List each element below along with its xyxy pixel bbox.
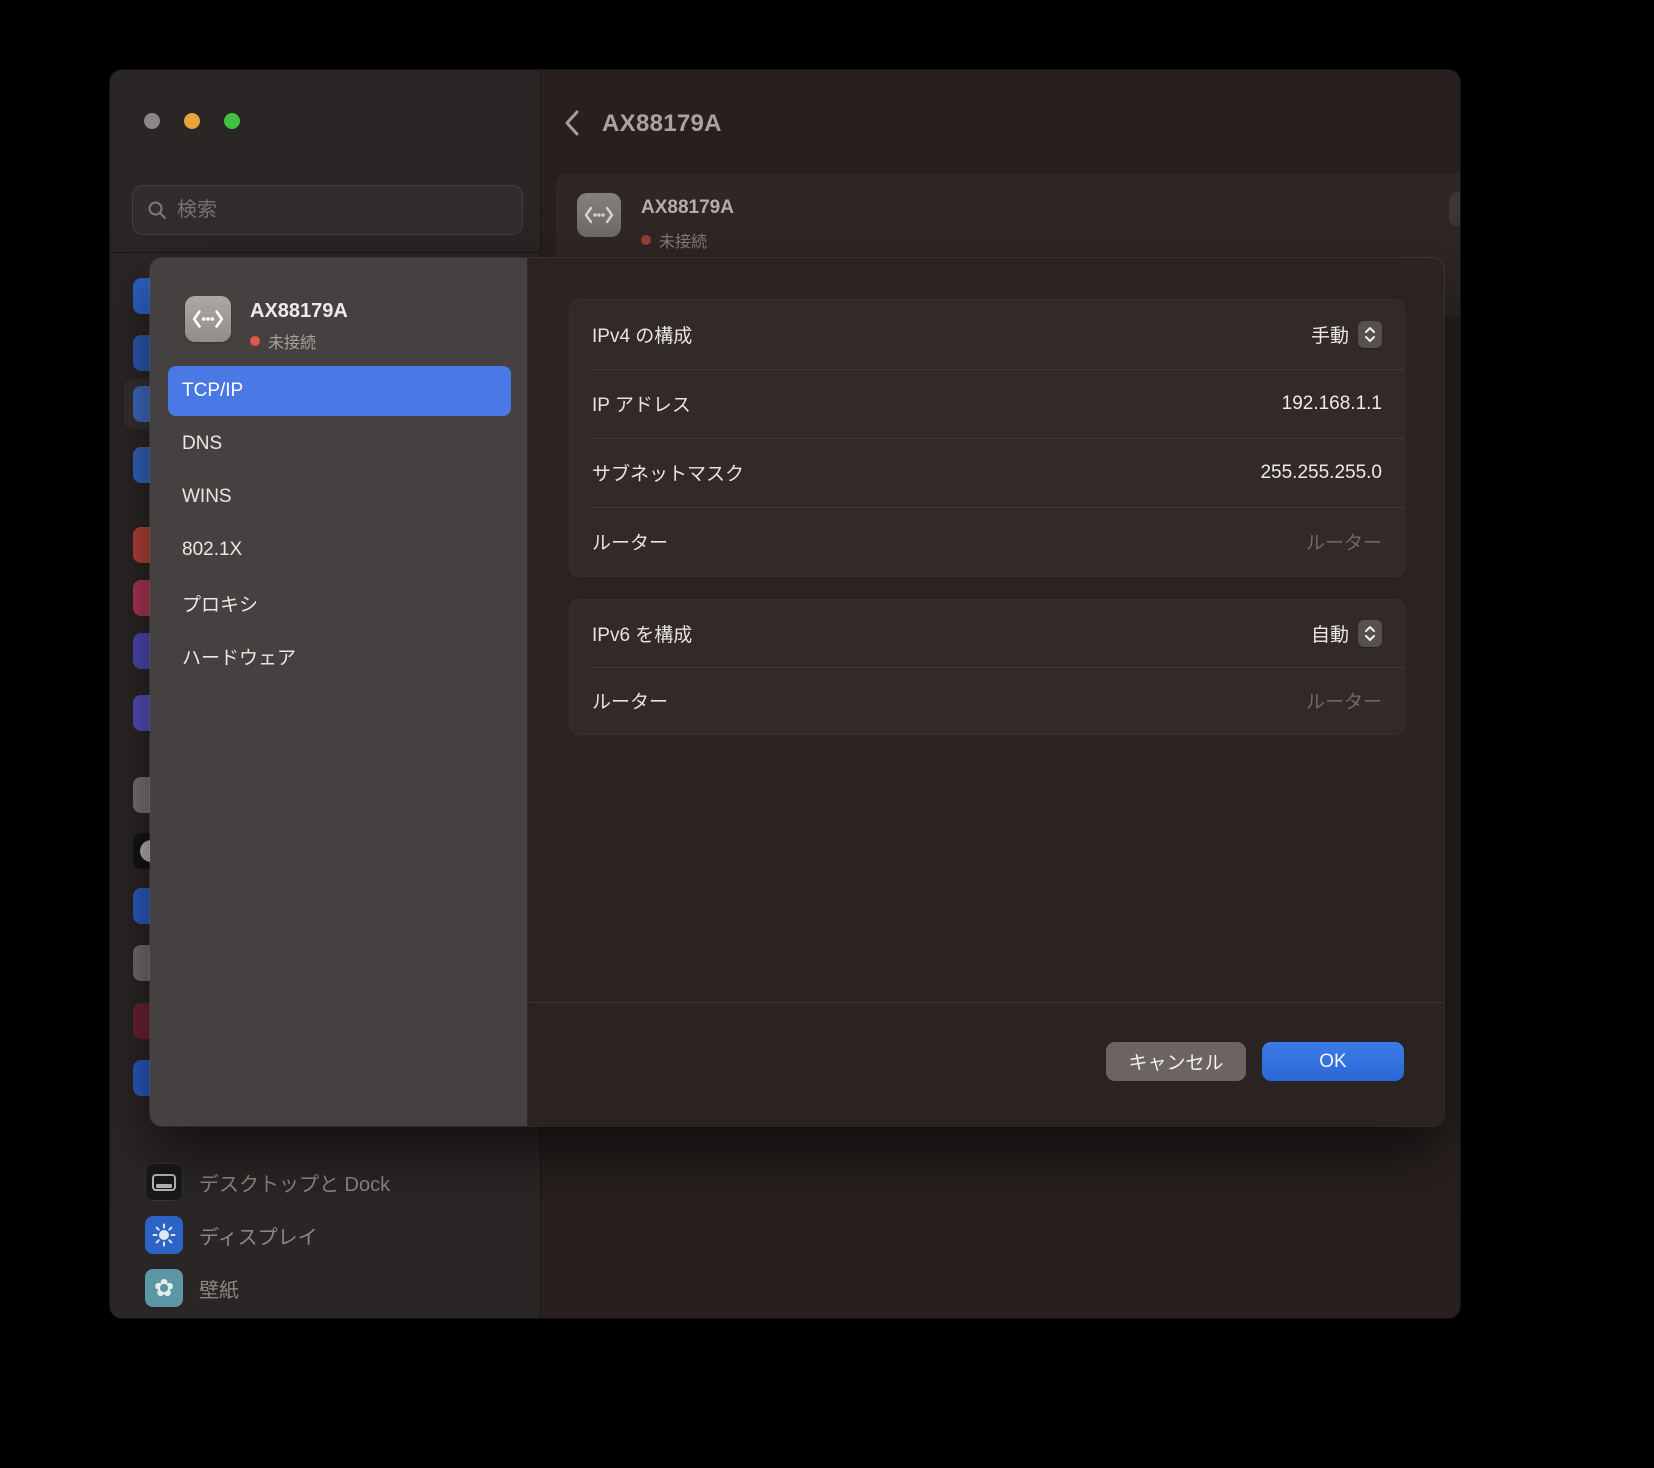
ip-address-field[interactable]: 192.168.1.1 (1282, 393, 1382, 415)
sidebar-item-display[interactable]: ディスプレイ (145, 1216, 318, 1254)
sheet-tab-8021x[interactable]: 802.1X (168, 525, 511, 575)
tcpip-settings-sheet: AX88179A 未接続 TCP/IP DNS WINS 802.1X プロキシ… (150, 258, 1444, 1126)
ipv4-configure-select[interactable]: 手動 (1311, 321, 1382, 348)
sheet-content: IPv4 の構成 手動 IP アドレス (529, 258, 1444, 1126)
sheet-sidebar: AX88179A 未接続 TCP/IP DNS WINS 802.1X プロキシ… (150, 258, 528, 1126)
sidebar-item-desktop-dock[interactable]: デスクトップと Dock (145, 1163, 390, 1201)
select-value: 自動 (1311, 620, 1349, 647)
footer-divider (529, 1002, 1444, 1003)
row-label: ルーター (592, 687, 668, 714)
minimize-button[interactable] (184, 113, 200, 129)
chevron-left-icon (564, 109, 580, 137)
device-name: AX88179A (641, 197, 734, 219)
sidebar-item-label: デスクトップと Dock (199, 1168, 390, 1197)
desktop-background: デスクトップと Dock ディスプレイ (0, 0, 1654, 1468)
ipv6-router-row: ルーター ルーター (570, 667, 1404, 734)
close-button[interactable] (144, 113, 160, 129)
zoom-button[interactable] (224, 113, 240, 129)
sidebar-item-label: ディスプレイ (199, 1221, 318, 1250)
system-settings-window: デスクトップと Dock ディスプレイ (110, 70, 1460, 1318)
cancel-button[interactable]: キャンセル (1106, 1042, 1246, 1081)
ipv6-configure-select[interactable]: 自動 (1311, 620, 1382, 647)
sidebar-item-label: 壁紙 (199, 1274, 239, 1303)
row-label: IP アドレス (592, 390, 691, 417)
device-status: 未接続 (641, 228, 707, 252)
search-icon (147, 200, 167, 220)
toolbar-divider (110, 252, 540, 253)
ok-button[interactable]: OK (1262, 1042, 1404, 1081)
ipv4-group: IPv4 の構成 手動 IP アドレス (570, 300, 1404, 576)
row-label: IPv6 を構成 (592, 620, 692, 647)
search-input[interactable] (177, 199, 508, 222)
status-text: 未接続 (659, 228, 707, 252)
back-button[interactable] (557, 103, 587, 143)
status-text: 未接続 (268, 329, 316, 353)
sheet-device-name: AX88179A (250, 300, 348, 323)
ip-address-row: IP アドレス 192.168.1.1 (570, 369, 1404, 438)
page-title: AX88179A (602, 110, 722, 138)
row-label: IPv4 の構成 (592, 321, 692, 348)
details-button[interactable]: 詳細... (1449, 192, 1460, 226)
status-dot-icon (641, 235, 651, 245)
subnet-mask-row: サブネットマスク 255.255.255.0 (570, 438, 1404, 507)
ethernet-adapter-icon (185, 296, 231, 342)
ipv6-group: IPv6 を構成 自動 ルーター (570, 600, 1404, 734)
ipv4-router-field[interactable]: ルーター (1306, 528, 1382, 555)
sheet-tab-dns[interactable]: DNS (168, 419, 511, 469)
wallpaper-icon: ✿ (145, 1269, 183, 1307)
ipv4-configure-row: IPv4 の構成 手動 (570, 300, 1404, 369)
sheet-nav: TCP/IP DNS WINS 802.1X プロキシ ハードウェア (168, 366, 511, 684)
sheet-device-status: 未接続 (250, 329, 316, 353)
select-value: 手動 (1311, 321, 1349, 348)
sheet-tab-hardware[interactable]: ハードウェア (168, 631, 511, 681)
row-label: ルーター (592, 528, 668, 555)
status-dot-icon (250, 336, 260, 346)
sheet-tab-wins[interactable]: WINS (168, 472, 511, 522)
sheet-tab-proxy[interactable]: プロキシ (168, 578, 511, 628)
desktop-dock-icon (145, 1163, 183, 1201)
display-icon (145, 1216, 183, 1254)
sidebar-item-wallpaper[interactable]: ✿ 壁紙 (145, 1269, 239, 1307)
row-label: サブネットマスク (592, 459, 744, 486)
stepper-icon[interactable] (1358, 620, 1382, 647)
ethernet-adapter-icon (577, 193, 621, 237)
ipv4-router-row: ルーター ルーター (570, 507, 1404, 576)
ipv6-configure-row: IPv6 を構成 自動 (570, 600, 1404, 667)
ipv6-router-field[interactable]: ルーター (1306, 687, 1382, 714)
search-field[interactable] (132, 185, 523, 235)
sheet-tab-tcpip[interactable]: TCP/IP (168, 366, 511, 416)
subnet-mask-field[interactable]: 255.255.255.0 (1260, 462, 1382, 484)
stepper-icon[interactable] (1358, 321, 1382, 348)
